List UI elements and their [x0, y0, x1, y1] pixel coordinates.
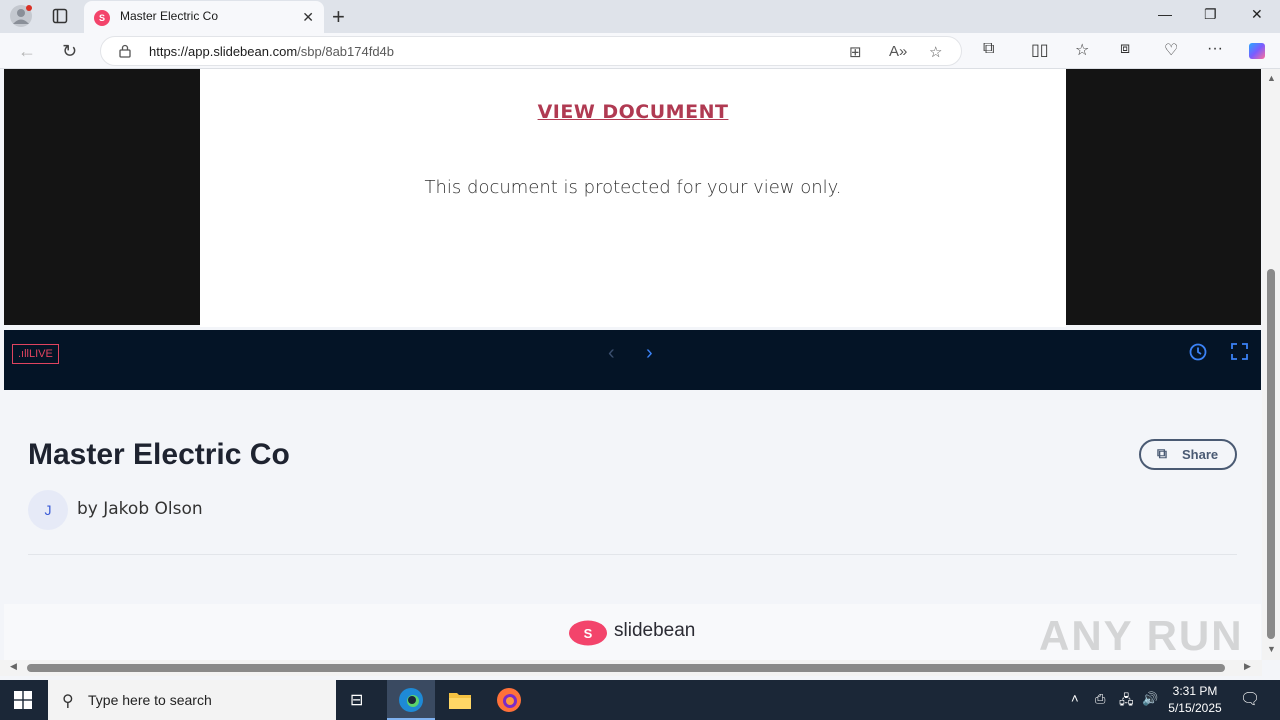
- restore-icon[interactable]: ❐: [1204, 6, 1217, 23]
- clock-icon[interactable]: [1189, 343, 1207, 361]
- url-text: https://app.slidebean.com/sbp/8ab174fd4b: [149, 44, 394, 59]
- vertical-scrollbar[interactable]: ▲ ▼: [1262, 69, 1280, 660]
- divider: [28, 554, 1237, 555]
- taskbar-search[interactable]: ⚲ Type here to search: [48, 680, 336, 720]
- share-button[interactable]: ⧉ Share: [1139, 439, 1237, 470]
- clock-date: 5/15/2025: [1168, 701, 1222, 715]
- tab-title: Master Electric Co: [120, 9, 219, 23]
- collections-icon[interactable]: ⧈: [1120, 40, 1130, 58]
- slide: VIEW DOCUMENT This document is protected…: [200, 69, 1066, 327]
- horizontal-scroll-thumb[interactable]: [27, 664, 1225, 672]
- extensions-icon[interactable]: ⧉: [983, 40, 994, 58]
- avatar: J: [28, 490, 68, 530]
- fullscreen-icon[interactable]: [1231, 343, 1248, 360]
- presentation-title: Master Electric Co: [28, 438, 290, 471]
- slidebean-logo-icon[interactable]: S: [568, 619, 608, 647]
- back-icon[interactable]: ←: [18, 41, 36, 62]
- close-tab-icon[interactable]: ✕: [302, 9, 314, 26]
- read-aloud-icon[interactable]: A»: [889, 43, 907, 60]
- notifications-icon[interactable]: 🗨: [1240, 689, 1260, 709]
- firefox-button[interactable]: [485, 680, 533, 720]
- show-hidden-icons-icon[interactable]: ˄: [1071, 691, 1079, 706]
- browser-titlebar: S Master Electric Co ✕ + — ❐ ✕: [0, 0, 1280, 33]
- new-tab-icon[interactable]: +: [332, 4, 345, 30]
- browser-tab[interactable]: S Master Electric Co ✕: [84, 1, 324, 33]
- network-icon[interactable]: 🖧: [1119, 691, 1134, 713]
- browser-essentials-icon[interactable]: ♡: [1164, 40, 1178, 60]
- split-screen-icon[interactable]: ▯▯: [1031, 40, 1049, 60]
- search-placeholder: Type here to search: [88, 692, 212, 708]
- next-slide-icon[interactable]: ›: [646, 342, 653, 365]
- scroll-right-icon[interactable]: ▶: [1244, 661, 1251, 672]
- scroll-left-icon[interactable]: ◀: [10, 661, 17, 672]
- scroll-up-icon[interactable]: ▲: [1267, 73, 1276, 83]
- tab-actions-icon[interactable]: [52, 8, 68, 24]
- external-link-icon: ⧉: [1157, 445, 1167, 461]
- address-bar: ← ↻ https://app.slidebean.com/sbp/8ab174…: [0, 33, 1280, 69]
- slidebean-favicon-icon: S: [94, 10, 110, 26]
- view-document-link[interactable]: VIEW DOCUMENT: [200, 101, 1066, 123]
- url-path: /sbp/8ab174fd4b: [297, 44, 395, 59]
- firefox-icon: [497, 688, 521, 712]
- volume-icon[interactable]: 🔊: [1142, 691, 1158, 707]
- edge-taskbar-button[interactable]: [387, 680, 435, 720]
- lock-icon[interactable]: [119, 44, 131, 58]
- copilot-icon[interactable]: [1246, 40, 1268, 62]
- watermark: ANY RUN: [1039, 612, 1244, 659]
- close-window-icon[interactable]: ✕: [1251, 6, 1263, 23]
- live-badge: .ıllLIVE: [12, 344, 59, 364]
- scroll-down-icon[interactable]: ▼: [1267, 644, 1276, 654]
- folder-icon: [449, 693, 471, 709]
- horizontal-scrollbar[interactable]: ◀ ▶: [0, 660, 1262, 676]
- protected-message: This document is protected for your view…: [424, 177, 842, 198]
- more-menu-icon[interactable]: ···: [1207, 40, 1223, 58]
- profile-icon[interactable]: [10, 5, 32, 27]
- device-icon[interactable]: ⎙: [1095, 691, 1105, 707]
- share-label: Share: [1182, 447, 1219, 462]
- favorites-icon[interactable]: ☆: [1075, 40, 1089, 60]
- search-icon: ⚲: [62, 693, 74, 710]
- page-viewport: VIEW DOCUMENT This document is protected…: [0, 69, 1262, 660]
- windows-start-icon[interactable]: [14, 691, 32, 709]
- author-name: by Jakob Olson: [77, 499, 203, 519]
- refresh-icon[interactable]: ↻: [62, 41, 77, 62]
- previous-slide-icon[interactable]: ‹: [608, 342, 615, 365]
- system-clock[interactable]: 3:31 PM 5/15/2025: [1160, 683, 1230, 717]
- favorite-star-icon[interactable]: ☆: [929, 43, 942, 61]
- logo-letter: S: [584, 626, 593, 641]
- clock-time: 3:31 PM: [1172, 684, 1218, 698]
- live-label: LIVE: [29, 348, 53, 360]
- page-footer: S slidebean ANY RUN: [4, 604, 1261, 660]
- windows-taskbar: ⚲ Type here to search ⊟ ˄ ⎙ 🖧 🔊 3:31 PM …: [0, 680, 1280, 720]
- signal-icon: .ıll: [18, 348, 29, 360]
- presentation-info: Master Electric Co ⧉ Share J by Jakob Ol…: [4, 390, 1261, 604]
- task-view-icon: ⊟: [350, 692, 364, 709]
- slide-stage: VIEW DOCUMENT This document is protected…: [4, 69, 1261, 327]
- edge-icon: [399, 688, 423, 712]
- url-field[interactable]: https://app.slidebean.com/sbp/8ab174fd4b…: [100, 36, 962, 66]
- task-view-button[interactable]: ⊟: [336, 680, 384, 720]
- url-host: https://app.slidebean.com: [149, 44, 298, 59]
- brand-name[interactable]: slidebean: [614, 620, 695, 642]
- minimize-icon[interactable]: —: [1158, 6, 1172, 22]
- vertical-scroll-thumb[interactable]: [1267, 269, 1275, 639]
- file-explorer-button[interactable]: [436, 680, 484, 720]
- presentation-controls: .ıllLIVE ‹ ›: [4, 330, 1261, 390]
- app-available-icon[interactable]: ⊞: [849, 43, 862, 61]
